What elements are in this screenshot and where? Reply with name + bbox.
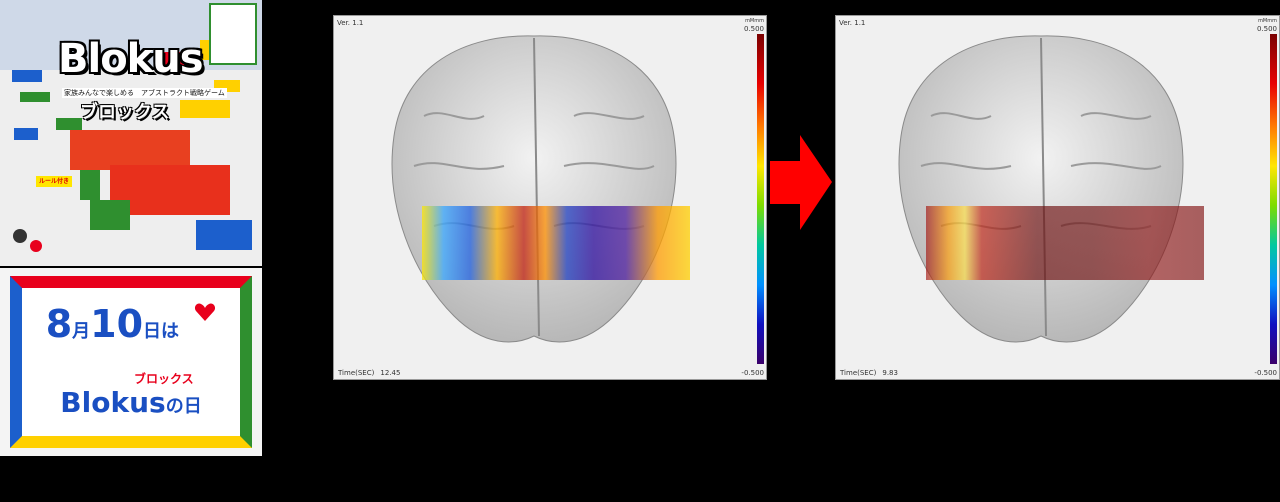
box-rules-note: ルール付き bbox=[36, 176, 72, 187]
poster-day: 10 bbox=[90, 302, 144, 346]
color-scale: mMmm 0.500 -0.500 bbox=[730, 16, 766, 379]
poster-brand-suffix: の日 bbox=[165, 396, 202, 417]
scale-unit: mMmm bbox=[1258, 18, 1277, 24]
scale-max: 0.500 bbox=[1256, 25, 1277, 33]
scale-colorbar bbox=[757, 34, 764, 364]
poster-kana: ブロックス bbox=[134, 372, 194, 386]
poster-title: Blokusの日 bbox=[22, 386, 240, 419]
box-logo-text: Blokus bbox=[58, 36, 204, 82]
poster-month: 8 bbox=[45, 302, 73, 346]
color-scale: mMmm 0.500 -0.500 bbox=[1243, 16, 1279, 379]
time-label: Time(SEC) bbox=[840, 369, 877, 377]
brain-viewer-after: Ver. 1.1 Time(SEC) 9.83 mMmm 0.500 -0.500 bbox=[835, 15, 1280, 380]
time-label: Time(SEC) bbox=[338, 369, 375, 377]
box-tagline: 家族みんなで楽しめる アブストラクト戦略ゲーム bbox=[62, 88, 227, 98]
brain-render-before bbox=[391, 35, 690, 343]
scale-min: -0.500 bbox=[1254, 369, 1277, 377]
poster-brand: Blokus bbox=[60, 386, 166, 419]
scale-min: -0.500 bbox=[741, 369, 764, 377]
scale-unit: mMmm bbox=[745, 18, 764, 24]
time-value: 12.45 bbox=[380, 369, 401, 377]
scale-max: 0.500 bbox=[743, 25, 764, 33]
poster-day-suffix: 日は bbox=[143, 321, 180, 342]
viewer-time: Time(SEC) 9.83 bbox=[840, 369, 898, 377]
brain-viewer-before: Ver. 1.1 Time(SEC) 12.45 mMmm 0.500 -0.50… bbox=[333, 15, 767, 380]
box-kana-title: ブロックス bbox=[80, 102, 170, 123]
viewer-time: Time(SEC) 12.45 bbox=[338, 369, 400, 377]
viewer-version: Ver. 1.1 bbox=[337, 19, 364, 27]
heart-icon bbox=[195, 303, 216, 321]
poster-date: 8月10日は bbox=[22, 302, 240, 346]
time-value: 9.83 bbox=[882, 369, 898, 377]
viewer-version: Ver. 1.1 bbox=[839, 19, 866, 27]
blokus-box-image: Blokus 家族みんなで楽しめる アブストラクト戦略ゲーム ブロックス ルール… bbox=[0, 0, 262, 266]
blokus-day-poster: 8月10日は ブロックス Blokusの日 bbox=[0, 268, 262, 456]
poster-frame: 8月10日は ブロックス Blokusの日 bbox=[10, 276, 252, 448]
poster-month-suffix: 月 bbox=[72, 321, 91, 342]
brain-render-after bbox=[898, 35, 1204, 343]
scale-colorbar bbox=[1270, 34, 1277, 364]
arrow-right-icon bbox=[770, 135, 832, 230]
